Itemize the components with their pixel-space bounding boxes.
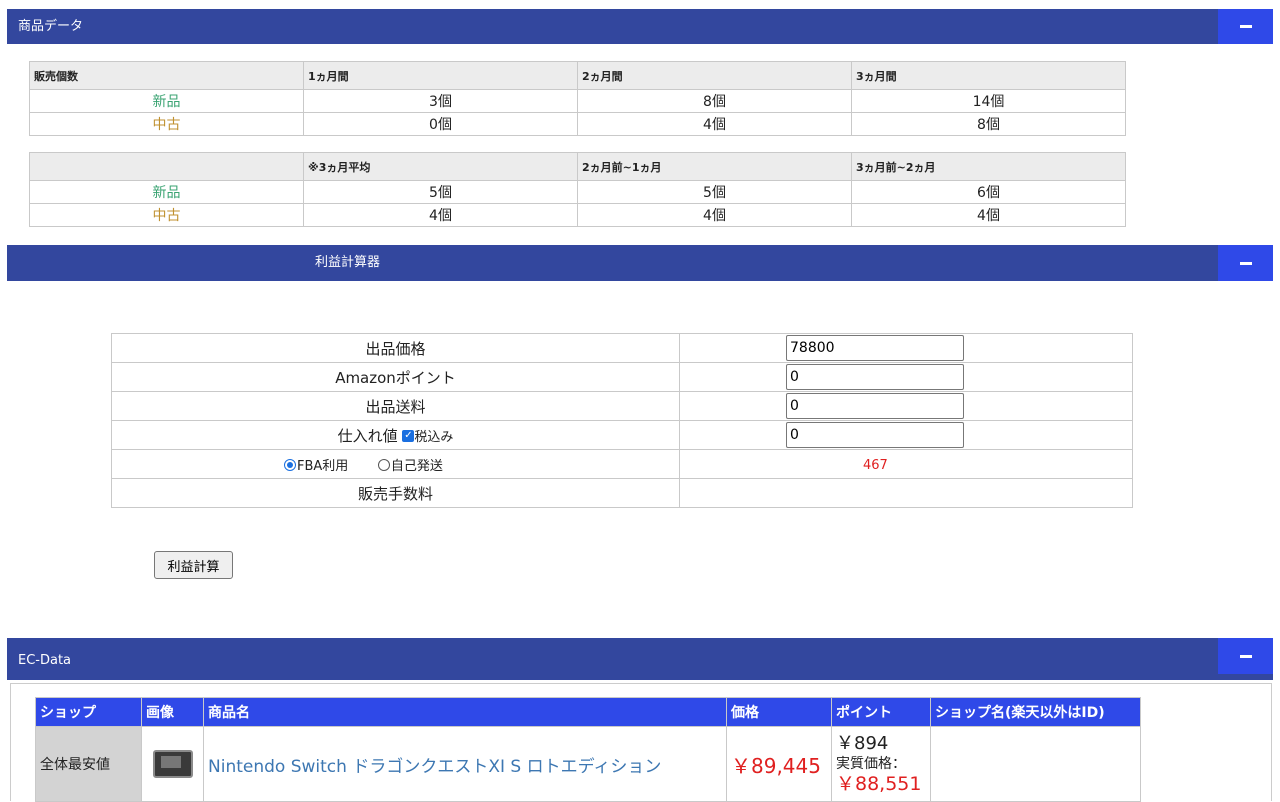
listing-price-label: 出品価格 (111, 333, 680, 363)
amazon-point-row: Amazonポイント (111, 362, 1133, 392)
sales-fee-row: 販売手数料 (111, 478, 1133, 508)
fba-radio[interactable] (284, 459, 296, 471)
product-data-title: 商品データ (18, 19, 84, 34)
product-thumbnail-icon[interactable] (152, 750, 193, 778)
table-cell: 0個 (303, 112, 578, 136)
header-2-months: 2ヵ月間 (577, 61, 852, 90)
calculate-profit-button[interactable]: 利益計算 (154, 551, 233, 579)
cost-row: 仕入れ値 ✓ 税込み (111, 420, 1133, 450)
cost-label: 仕入れ値 (337, 426, 398, 445)
self-ship-label: 自己発送 (390, 458, 443, 474)
table-cell: 3個 (303, 89, 578, 113)
minus-icon (1239, 25, 1252, 28)
table-cell: 4個 (577, 203, 852, 227)
cost-input[interactable] (786, 422, 964, 448)
shipping-method-row: FBA利用 自己発送 467 (111, 449, 1133, 479)
row-label-used: 中古 (29, 203, 304, 227)
shop-name-cell (930, 726, 1141, 802)
table-row-used: 中古 4個 4個 4個 (29, 203, 1126, 227)
shipping-label: 出品送料 (111, 391, 680, 421)
shipping-cell (679, 391, 1133, 421)
header-price: 価格 (726, 697, 832, 727)
row-label-used: 中古 (29, 112, 304, 136)
row-label-new: 新品 (29, 89, 304, 113)
tax-included-label: 税込み (414, 429, 454, 445)
point-value: ￥894 (836, 733, 889, 754)
point-cell: ￥894 実質価格： ￥88,551 (831, 726, 931, 802)
table-cell: 8個 (851, 112, 1126, 136)
price-value: ￥89,445 (731, 753, 821, 778)
table-header-row: ショップ 画像 商品名 価格 ポイント ショップ名(楽天以外はID) (35, 697, 1141, 727)
sales-fee-label: 販売手数料 (111, 478, 680, 508)
table-row: 全体最安値 Nintendo Switch ドラゴンクエストXI S ロトエディ… (35, 726, 1141, 802)
listing-price-cell (679, 333, 1133, 363)
price-cell: ￥89,445 (726, 726, 832, 802)
ec-data-header: EC-Data (7, 638, 1273, 680)
product-data-header: 商品データ (7, 9, 1273, 44)
real-price-label: 実質価格： (836, 756, 906, 772)
row-label-new: 新品 (29, 180, 304, 204)
table-cell: 14個 (851, 89, 1126, 113)
table-row-used: 中古 0個 4個 8個 (29, 112, 1126, 136)
table-cell: 5個 (577, 180, 852, 204)
table-cell: 4個 (851, 203, 1126, 227)
product-name-link[interactable]: Nintendo Switch ドラゴンクエストXI S ロトエディション (208, 757, 661, 777)
header-3-month-average: ※3ヵ月平均 (303, 152, 578, 181)
listing-price-input[interactable] (786, 335, 964, 361)
fba-fee-value: 467 (863, 458, 888, 473)
fba-label: FBA利用 (297, 458, 349, 474)
amazon-point-input[interactable] (786, 364, 964, 390)
profit-calculator-title: 利益計算器 (315, 255, 381, 270)
tax-included-checkbox[interactable]: ✓ (402, 430, 415, 442)
sales-fee-value-cell (679, 478, 1133, 508)
product-data-collapse-button[interactable] (1218, 9, 1273, 44)
header-1-month: 1ヵ月間 (303, 61, 578, 90)
table-header-row: 販売個数 1ヵ月間 2ヵ月間 3ヵ月間 (29, 61, 1126, 90)
shipping-method-cell: FBA利用 自己発送 (111, 449, 680, 479)
cost-label-cell: 仕入れ値 ✓ 税込み (111, 420, 680, 450)
cost-cell (679, 420, 1133, 450)
table-cell: 6個 (851, 180, 1126, 204)
table-row-new: 新品 3個 8個 14個 (29, 89, 1126, 113)
shipping-input[interactable] (786, 393, 964, 419)
sales-average-table: ※3ヵ月平均 2ヵ月前~1ヵ月 3ヵ月前~2ヵ月 新品 5個 5個 6個 中古 … (29, 152, 1126, 227)
real-price-value: ￥88,551 (836, 773, 922, 795)
amazon-point-cell (679, 362, 1133, 392)
minus-icon (1239, 654, 1252, 658)
image-cell (141, 726, 204, 802)
profit-calculator-table: 出品価格 Amazonポイント 出品送料 仕入れ値 ✓税込み FBA利用 自己発… (111, 333, 1133, 508)
table-cell: 8個 (577, 89, 852, 113)
ec-data-table: ショップ 画像 商品名 価格 ポイント ショップ名(楽天以外はID) 全体最安値… (35, 697, 1141, 802)
table-cell: 4個 (303, 203, 578, 227)
header-product-name: 商品名 (203, 697, 727, 727)
table-cell: 4個 (577, 112, 852, 136)
profit-calculator-header: 利益計算器 (7, 245, 1273, 281)
shipping-row: 出品送料 (111, 391, 1133, 421)
table-row-new: 新品 5個 5個 6個 (29, 180, 1126, 204)
table-cell: 5個 (303, 180, 578, 204)
header-shop-name: ショップ名(楽天以外はID) (930, 697, 1141, 727)
table-header-row: ※3ヵ月平均 2ヵ月前~1ヵ月 3ヵ月前~2ヵ月 (29, 152, 1126, 181)
sales-count-table: 販売個数 1ヵ月間 2ヵ月間 3ヵ月間 新品 3個 8個 14個 中古 0個 4… (29, 61, 1126, 136)
header-3-months: 3ヵ月間 (851, 61, 1126, 90)
self-ship-radio[interactable] (377, 459, 390, 471)
amazon-point-label: Amazonポイント (111, 362, 680, 392)
header-shop: ショップ (35, 697, 142, 727)
header-point: ポイント (831, 697, 931, 727)
header-2-to-1-months-ago: 2ヵ月前~1ヵ月 (577, 152, 852, 181)
header-3-to-2-months-ago: 3ヵ月前~2ヵ月 (851, 152, 1126, 181)
header-empty (29, 152, 304, 181)
profit-calculator-collapse-button[interactable] (1218, 245, 1273, 281)
ec-data-collapse-button[interactable] (1218, 638, 1273, 674)
minus-icon (1239, 261, 1252, 265)
ec-data-title: EC-Data (18, 653, 72, 668)
header-sales-count: 販売個数 (29, 61, 304, 90)
header-image: 画像 (141, 697, 204, 727)
fba-fee-cell: 467 (679, 449, 1133, 479)
listing-price-row: 出品価格 (111, 333, 1133, 363)
product-name-cell: Nintendo Switch ドラゴンクエストXI S ロトエディション (203, 726, 727, 802)
shop-cell: 全体最安値 (35, 726, 142, 802)
